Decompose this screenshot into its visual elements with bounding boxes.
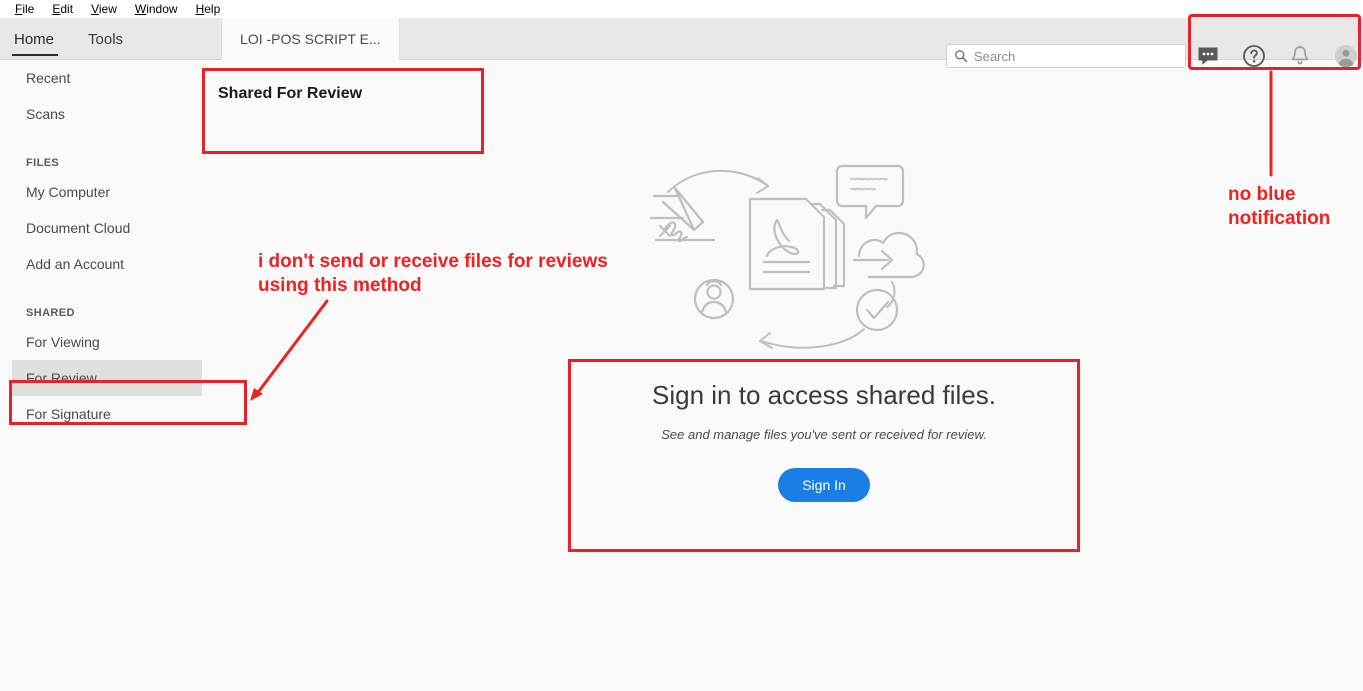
search-box[interactable] (946, 44, 1186, 68)
annotation-arrow-head (250, 388, 263, 401)
sidebar-item-label: Add an Account (26, 256, 125, 272)
acrobat-home-window: File Edit View Window Help Home Tools LO… (0, 0, 1363, 691)
sidebar: Recent Scans FILES My Computer Document … (0, 60, 205, 691)
sidebar-item-label: For Viewing (26, 334, 100, 350)
menu-view-rest: iew (98, 2, 117, 16)
menu-window-mnemonic: W (134, 2, 147, 16)
sidebar-item-scans[interactable]: Scans (0, 96, 205, 132)
sign-in-button[interactable]: Sign In (778, 468, 870, 502)
menu-item-edit[interactable]: Edit (43, 0, 82, 18)
tab-tools-label: Tools (88, 30, 124, 48)
page-title: Shared For Review (218, 85, 363, 102)
search-input[interactable] (974, 48, 1169, 64)
chat-bubble-icon[interactable] (1196, 44, 1220, 68)
sidebar-item-label: Recent (26, 70, 71, 86)
menu-edit-rest: dit (60, 2, 74, 16)
sidebar-item-label: Scans (26, 106, 65, 122)
tab-strip: Home Tools LOI -POS SCRIPT E... (0, 18, 400, 60)
menu-item-file[interactable]: File (6, 0, 43, 18)
menu-help-rest: elp (204, 2, 221, 16)
help-circle-icon[interactable] (1242, 44, 1266, 68)
user-avatar-icon[interactable] (1334, 44, 1358, 68)
sidebar-item-label: For Signature (26, 406, 111, 422)
signin-subtitle: See and manage files you've sent or rece… (661, 427, 987, 442)
menu-bar: File Edit View Window Help (0, 0, 1363, 18)
sidebar-item-label: Document Cloud (26, 220, 131, 236)
sidebar-item-document-cloud[interactable]: Document Cloud (0, 210, 205, 246)
tab-tools[interactable]: Tools (70, 18, 141, 60)
annotation-right-line1: no blue (1228, 184, 1296, 205)
tab-document-label: LOI -POS SCRIPT E... (240, 31, 381, 47)
sidebar-item-label: For Review (26, 370, 97, 386)
sidebar-item-for-review[interactable]: For Review (12, 360, 202, 396)
menu-window-rest: indow (146, 2, 178, 16)
annotation-arrow-line (254, 299, 329, 397)
sidebar-header-label: FILES (26, 157, 60, 169)
sidebar-header-label: SHARED (26, 307, 75, 319)
sidebar-item-add-an-account[interactable]: Add an Account (0, 246, 205, 282)
sidebar-item-my-computer[interactable]: My Computer (0, 174, 205, 210)
sidebar-item-recent[interactable]: Recent (0, 60, 205, 96)
sidebar-item-label: My Computer (26, 184, 111, 200)
signin-panel: Sign in to access shared files. See and … (572, 362, 1076, 548)
search-icon (955, 50, 968, 63)
tab-document[interactable]: LOI -POS SCRIPT E... (221, 18, 400, 60)
annotation-right-line2: notification (1228, 208, 1331, 230)
menu-item-help[interactable]: Help (187, 0, 230, 18)
signin-title: Sign in to access shared files. (652, 380, 996, 410)
menu-help-mnemonic: H (195, 2, 205, 16)
menu-item-window[interactable]: Window (126, 0, 187, 18)
tab-spacer (141, 18, 221, 60)
menu-view-mnemonic: V (91, 2, 99, 16)
top-right-icon-group (1196, 40, 1358, 72)
toolbar: Home Tools LOI -POS SCRIPT E... (0, 18, 1363, 68)
annotation-box-page-title (202, 68, 484, 154)
sidebar-header-files: FILES (0, 144, 205, 174)
tab-home[interactable]: Home (0, 18, 70, 60)
sidebar-header-shared: SHARED (0, 294, 205, 324)
annotation-text-right: no blue notification (1228, 183, 1363, 232)
sidebar-item-for-viewing[interactable]: For Viewing (0, 324, 205, 360)
sidebar-item-for-signature[interactable]: For Signature (0, 396, 205, 432)
menu-item-view[interactable]: View (82, 0, 126, 18)
shared-review-illustration (649, 164, 925, 349)
annotation-text-left: i don't send or receive files for review… (258, 251, 608, 297)
tab-home-label: Home (14, 30, 55, 48)
bell-icon[interactable] (1288, 44, 1312, 68)
menu-file-rest: ile (22, 2, 35, 16)
